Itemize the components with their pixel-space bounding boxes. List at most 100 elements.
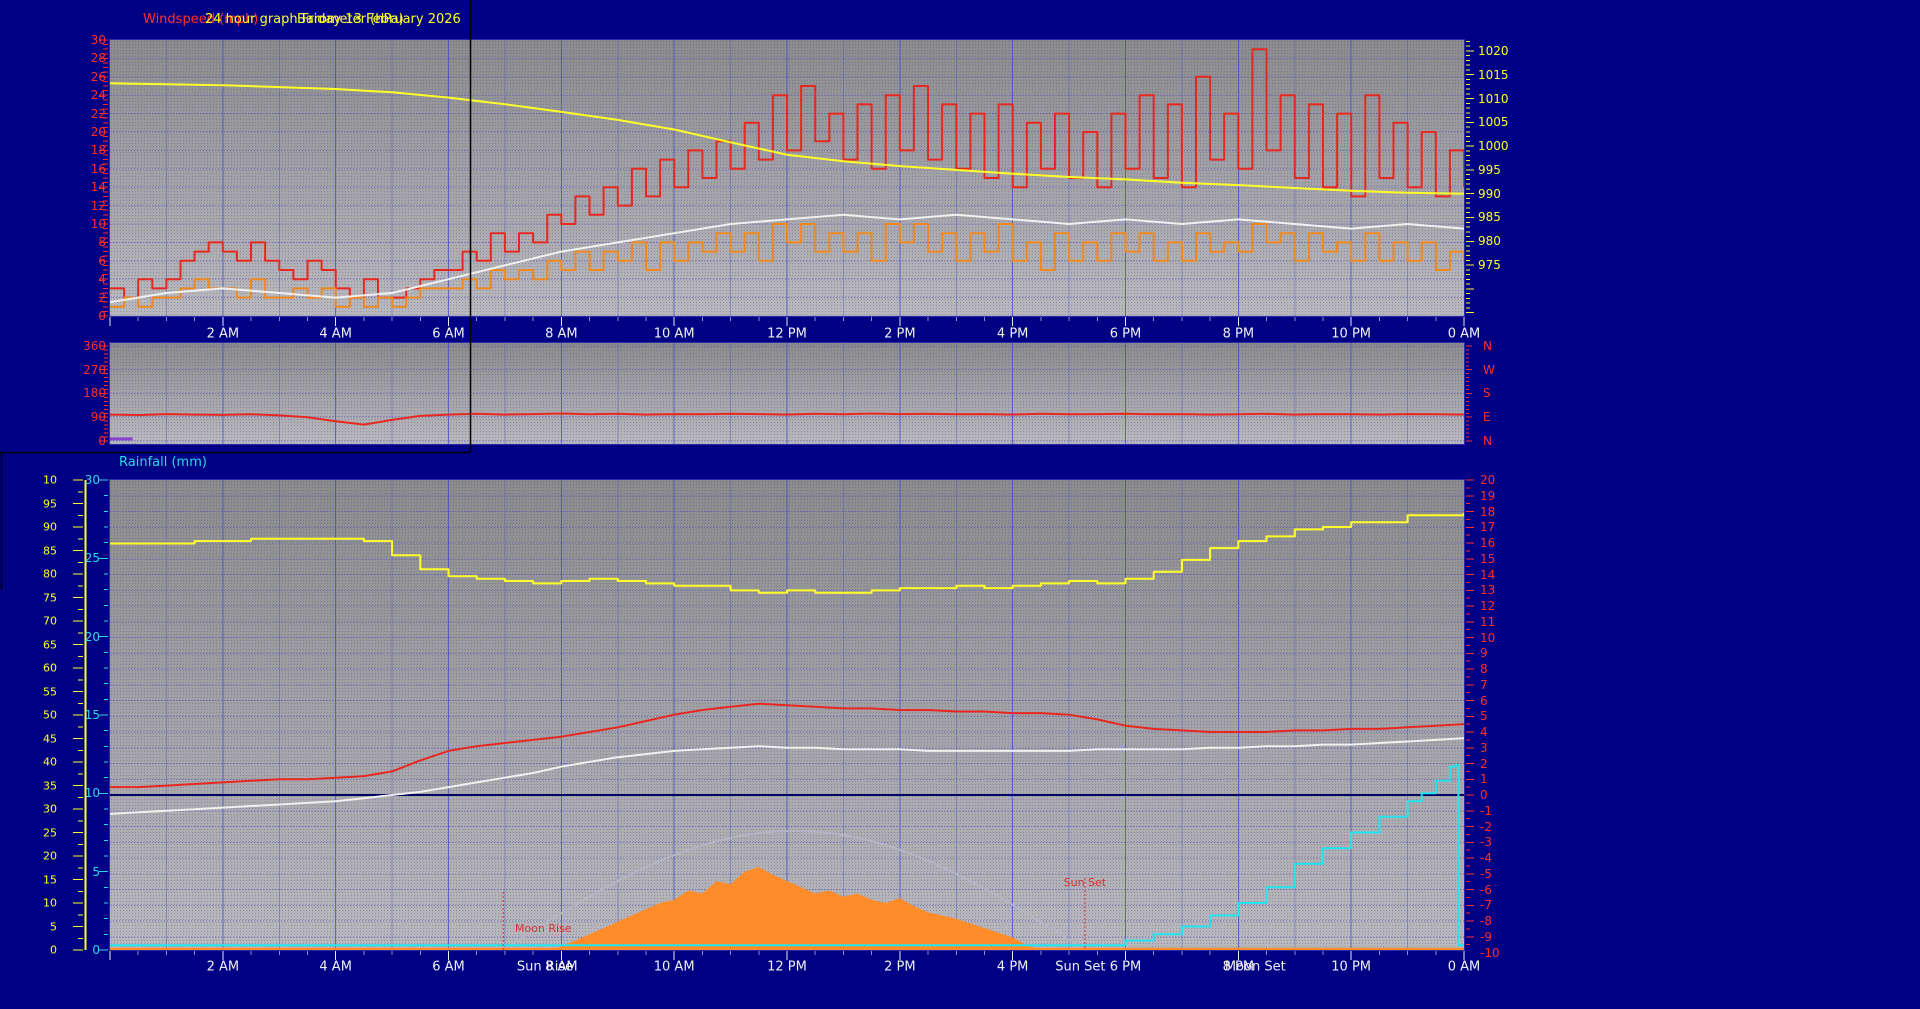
temperature-tick-label: 20 [1480,473,1496,487]
barometer-tick-label: 1005 [1478,115,1509,130]
hour-label-bottom: 10 AM [653,959,695,975]
hour-label-bottom: 8 AM [545,959,578,975]
temperature-tick-label: 14 [1480,567,1496,582]
hour-label-bottom: 2 AM [206,959,240,975]
windspeed-tick-label: 6 [98,253,106,268]
humidity-tick-label: 10 [43,897,57,909]
humidity-tick-label: 25 [43,827,57,838]
barometer-tick-label: 1000 [1478,139,1509,154]
compass-letter-label: N [1483,338,1492,353]
humidity-tick-label: 90 [43,521,57,533]
wind-direction-chart [110,343,1464,444]
moon-rise-label: Moon Rise [515,922,572,935]
hour-label-bottom: 2 PM [884,959,916,975]
sun-moon-axis-label: Moon Set [1224,959,1286,975]
temperature-tick-label: -8 [1480,914,1492,929]
direction-tick-label: 270 [83,362,106,377]
windspeed-tick-label: 16 [90,161,106,176]
windspeed-tick-label: 0 [98,309,106,323]
hour-label-top: 4 AM [319,326,352,342]
hour-label-top: 2 PM [884,326,916,342]
temperature-tick-label: 19 [1480,488,1496,503]
hour-label-bottom: 6 PM [1109,959,1142,975]
direction-tick-label: 0 [98,433,106,448]
hour-label-bottom: 6 AM [432,959,465,975]
sun-moon-axis-label: Sun Rise [516,959,574,975]
rainfall-tick-label: 5 [92,864,100,879]
temperature-tick-label: 1 [1480,772,1488,787]
hour-label-top: 10 AM [653,326,695,342]
rainfall-tick-label: 10 [84,786,100,801]
humidity-tick-label: 45 [43,733,57,744]
humidity-tick-label: 5 [50,921,57,932]
temperature-tick-label: 5 [1480,709,1488,724]
rainfall-tick-label: 0 [92,943,100,957]
temperature-tick-label: 15 [1480,551,1496,566]
windspeed-tick-label: 18 [90,143,106,158]
direction-tick-label: 360 [83,338,106,353]
hour-label-top: 10 PM [1331,326,1372,342]
humidity-tick-label: 85 [43,545,57,556]
hour-label-top: 8 AM [545,326,578,342]
direction-tick-label: 90 [90,410,106,425]
temperature-tick-label: 9 [1480,646,1488,661]
hour-label-bottom: 4 AM [319,959,352,975]
hour-label-top: 0 AM [1447,326,1481,342]
windspeed-tick-label: 8 [98,235,106,250]
temperature-tick-label: -7 [1480,898,1492,913]
hour-label-bottom: 12 PM [767,959,807,975]
temperature-tick-label: -2 [1480,819,1492,834]
barometer-tick-label: 975 [1478,258,1501,273]
temperature-tick-label: -6 [1480,882,1492,897]
hour-label-top: 8 PM [1222,326,1255,342]
sun-moon-axis-label: Sun Set [1055,959,1106,975]
compass-letter-label: S [1483,386,1491,401]
hour-label-top: 6 PM [1109,326,1142,342]
rainfall-tick-label: 30 [84,473,100,487]
weather-display-24hr-graph-screen: { "window": {"background": "#000084"}, "… [0,0,1920,1009]
direction-tick-label: 180 [83,386,106,401]
humidity-tick-label: 30 [43,803,57,815]
barometer-tick-label: 1010 [1478,91,1509,106]
hour-label-top: 6 AM [432,326,465,342]
barometer-tick-label: 995 [1478,162,1501,177]
temperature-tick-label: -10 [1480,945,1500,960]
rainfall-axis-title: Rainfall (mm) [119,455,207,470]
humidity-tick-label: 95 [43,498,57,509]
humidity-tick-label: 50 [43,709,57,721]
temperature-tick-label: -9 [1480,929,1492,944]
humidity-tick-label: 75 [43,592,57,603]
temperature-tick-label: 8 [1480,662,1488,676]
rainfall-tick-label: 15 [84,708,100,722]
hour-label-top: 2 AM [206,326,240,342]
windspeed-tick-label: 10 [90,217,106,231]
windspeed-tick-label: 2 [98,290,106,305]
temperature-tick-label: -5 [1480,866,1492,881]
humidity-tick-label: 60 [43,662,57,674]
humidity-tick-label: 70 [43,615,57,627]
temperature-tick-label: 0 [1480,788,1488,802]
humidity-tick-label: 15 [43,874,57,885]
humidity-tick-label: 0 [50,944,57,956]
humidity-tick-label: 65 [43,639,57,650]
windspeed-tick-label: 28 [90,51,106,66]
temperature-tick-label: 16 [1480,536,1496,550]
hour-label-top: 4 PM [996,326,1029,342]
humidity-tick-label: 80 [43,568,57,580]
temperature-tick-label: -4 [1480,851,1492,866]
temperature-tick-label: 13 [1480,583,1496,598]
temperature-tick-label: 18 [1480,504,1496,519]
hour-label-top: 12 PM [767,326,807,342]
temperature-tick-label: 3 [1480,740,1488,755]
temperature-tick-label: 7 [1480,677,1488,692]
windspeed-tick-label: 4 [98,272,106,287]
hour-label-bottom: 10 PM [1331,959,1372,975]
temperature-tick-label: 4 [1480,725,1488,739]
windspeed-tick-label: 22 [90,106,106,121]
sun-set-label: Sun Set [1064,876,1107,889]
windspeed-tick-label: 30 [90,33,106,47]
rainfall-tick-label: 20 [84,629,100,644]
windspeed-tick-label: 24 [90,88,106,103]
hour-label-bottom: 8 PM [1222,959,1255,975]
temperature-tick-label: -3 [1480,835,1492,850]
